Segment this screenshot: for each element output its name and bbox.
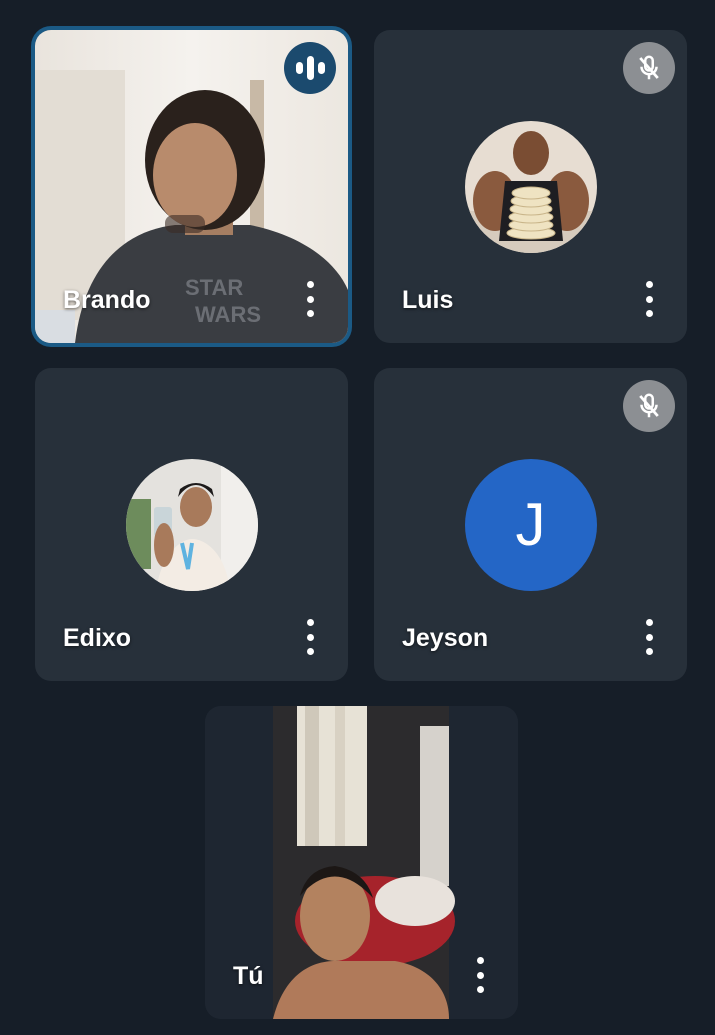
mic-off-icon [623, 380, 675, 432]
svg-text:WARS: WARS [195, 302, 261, 327]
mic-off-icon [623, 42, 675, 94]
more-options-button[interactable] [637, 281, 661, 317]
participant-tile-luis[interactable]: Luis [374, 30, 687, 343]
participant-tile-edixo[interactable]: Edixo [35, 368, 348, 681]
participant-name: Edixo [63, 624, 132, 652]
participant-tile-brando[interactable]: STAR WARS Brando [35, 30, 348, 343]
participant-name: Luis [402, 286, 454, 314]
participant-tile-self[interactable]: Tú [205, 706, 518, 1019]
avatar-letter: J [515, 491, 546, 558]
participant-tile-jeyson[interactable]: J Jeyson [374, 368, 687, 681]
avatar-jeyson: J [464, 458, 597, 591]
more-options-button[interactable] [298, 281, 322, 317]
audio-activity-icon [284, 42, 336, 94]
participant-name: Jeyson [402, 624, 489, 652]
participant-name: Brando [63, 286, 151, 314]
avatar-edixo [125, 458, 258, 591]
participant-name: Tú [233, 962, 264, 990]
avatar-luis [464, 120, 597, 253]
more-options-button[interactable] [468, 957, 492, 993]
svg-text:STAR: STAR [185, 275, 243, 300]
participant-grid: STAR WARS Brando Luis Edixo J Jeyson Tú [0, 0, 715, 1035]
more-options-button[interactable] [298, 619, 322, 655]
more-options-button[interactable] [637, 619, 661, 655]
